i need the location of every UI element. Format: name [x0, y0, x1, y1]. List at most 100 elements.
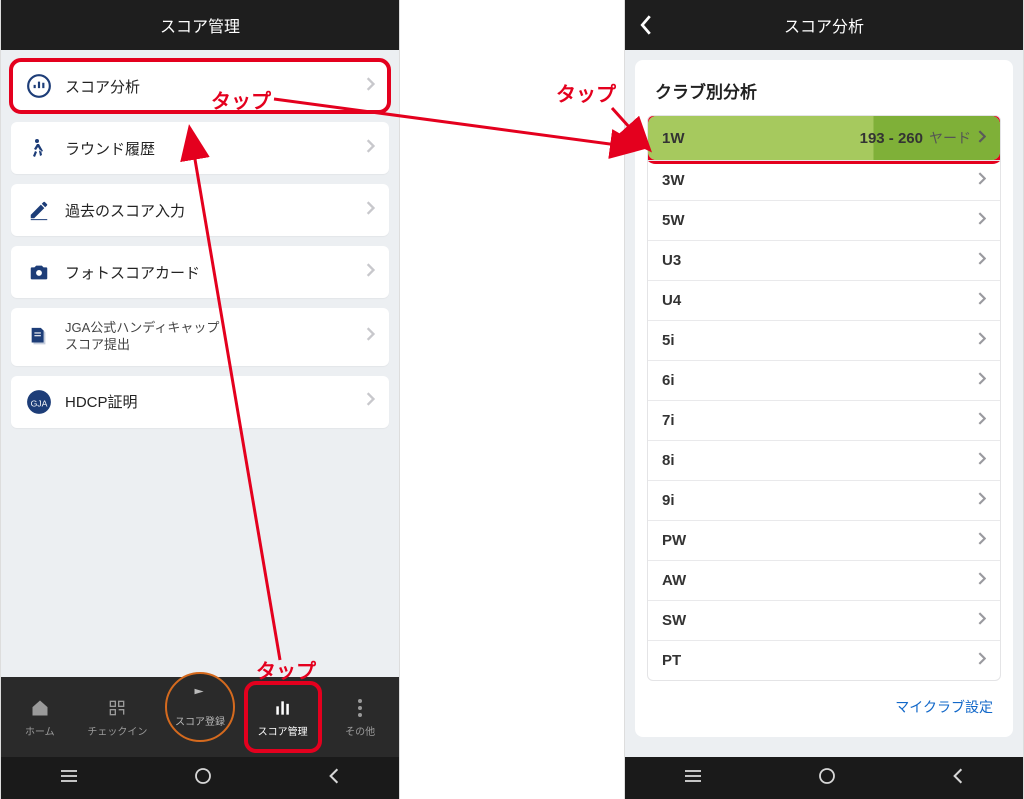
- chevron-right-icon: [365, 327, 375, 346]
- chevron-right-icon: [977, 652, 986, 669]
- camera-icon: [25, 258, 53, 286]
- home-button[interactable]: [194, 767, 212, 790]
- tab-label: その他: [345, 723, 375, 738]
- chart-icon: [25, 72, 53, 100]
- menu-label: フォトスコアカード: [65, 262, 353, 283]
- document-icon: [25, 323, 53, 351]
- club-name: 5i: [662, 332, 977, 349]
- menu-label: JGA公式ハンディキャップ スコア提出: [65, 320, 353, 354]
- tab-checkin[interactable]: チェックイン: [87, 697, 147, 738]
- club-name: 7i: [662, 412, 977, 429]
- chevron-right-icon: [977, 292, 986, 309]
- menu-label: ラウンド履歴: [65, 138, 353, 159]
- club-name: SW: [662, 612, 977, 629]
- club-row[interactable]: 5W: [648, 200, 1000, 240]
- link-row: マイクラブ設定: [635, 687, 1013, 733]
- club-row[interactable]: U3: [648, 240, 1000, 280]
- chevron-right-icon: [977, 172, 986, 189]
- club-range: 193 - 260: [860, 130, 923, 147]
- club-name: 9i: [662, 492, 977, 509]
- club-name: 5W: [662, 212, 977, 229]
- club-row[interactable]: PT: [648, 640, 1000, 680]
- menu-item-hdcp-cert[interactable]: GJA HDCP証明: [11, 376, 389, 428]
- badge-icon: GJA: [25, 388, 53, 416]
- menu-item-round-history[interactable]: ラウンド履歴: [11, 122, 389, 174]
- android-nav-bar: [1, 757, 399, 799]
- club-row[interactable]: AW: [648, 560, 1000, 600]
- menu-label: 過去のスコア入力: [65, 200, 353, 221]
- tab-label: スコア登録: [175, 713, 225, 728]
- menu-item-past-score-input[interactable]: 過去のスコア入力: [11, 184, 389, 236]
- qr-icon: [107, 697, 127, 719]
- page-title: スコア分析: [784, 13, 864, 37]
- flag-icon: [189, 686, 211, 711]
- club-name: U3: [662, 252, 977, 269]
- chevron-right-icon: [977, 532, 986, 549]
- club-row-1w[interactable]: 1W 193 - 260 ヤード: [648, 116, 1000, 160]
- annotation-tap-2: タップ: [256, 655, 316, 684]
- club-row[interactable]: 3W: [648, 160, 1000, 200]
- chevron-right-icon: [365, 392, 375, 411]
- tab-label: ホーム: [25, 723, 55, 738]
- highlight-box-tab: [244, 681, 322, 753]
- club-name: PW: [662, 532, 977, 549]
- club-row[interactable]: 5i: [648, 320, 1000, 360]
- android-nav-bar: [625, 757, 1023, 799]
- chevron-right-icon: [977, 452, 986, 469]
- home-button[interactable]: [818, 767, 836, 790]
- back-button[interactable]: [327, 767, 341, 790]
- club-row[interactable]: 6i: [648, 360, 1000, 400]
- back-button[interactable]: [639, 0, 653, 50]
- left-content: スコア分析 ラウンド履歴: [1, 50, 399, 677]
- chevron-right-icon: [977, 612, 986, 629]
- titlebar-left: スコア管理: [1, 0, 399, 50]
- menu-item-jga-handicap[interactable]: JGA公式ハンディキャップ スコア提出: [11, 308, 389, 366]
- tab-home[interactable]: ホーム: [10, 697, 70, 738]
- right-phone-screen: スコア分析 クラブ別分析 1W 193 - 260 ヤード 3W 5W: [624, 0, 1024, 799]
- chevron-right-icon: [365, 77, 375, 96]
- tab-label: チェックイン: [87, 723, 147, 738]
- recent-apps-button[interactable]: [683, 768, 703, 789]
- tab-score-register[interactable]: スコア登録: [165, 672, 235, 742]
- club-name: 6i: [662, 372, 977, 389]
- titlebar-right: スコア分析: [625, 0, 1023, 50]
- annotation-tap-3: タップ: [556, 78, 616, 107]
- chevron-right-icon: [977, 332, 986, 349]
- club-row[interactable]: 7i: [648, 400, 1000, 440]
- menu-label: HDCP証明: [65, 391, 353, 412]
- chevron-right-icon: [365, 139, 375, 158]
- club-name: AW: [662, 572, 977, 589]
- club-row[interactable]: SW: [648, 600, 1000, 640]
- menu-item-score-analysis[interactable]: スコア分析: [11, 60, 389, 112]
- club-name: U4: [662, 292, 977, 309]
- menu-label: スコア分析: [65, 76, 353, 97]
- menu-item-photo-scorecard[interactable]: フォトスコアカード: [11, 246, 389, 298]
- bottom-tab-bar: ホーム チェックイン スコア登録 スコア管理: [1, 677, 399, 757]
- dots-icon: [357, 697, 363, 719]
- my-club-settings-link[interactable]: マイクラブ設定: [895, 699, 993, 715]
- left-phone-screen: スコア管理 スコア分析: [0, 0, 400, 799]
- section-title: クラブ別分析: [635, 60, 1013, 115]
- menu-list: スコア分析 ラウンド履歴: [1, 50, 399, 448]
- tab-other[interactable]: その他: [330, 697, 390, 738]
- svg-text:GJA: GJA: [31, 398, 48, 408]
- club-row[interactable]: U4: [648, 280, 1000, 320]
- club-row[interactable]: PW: [648, 520, 1000, 560]
- chevron-right-icon: [365, 263, 375, 282]
- golfer-icon: [25, 134, 53, 162]
- back-button[interactable]: [951, 767, 965, 790]
- chevron-right-icon: [977, 412, 986, 429]
- chevron-right-icon: [977, 212, 986, 229]
- chevron-right-icon: [365, 201, 375, 220]
- recent-apps-button[interactable]: [59, 768, 79, 789]
- club-list: 1W 193 - 260 ヤード 3W 5W U3 U4 5i 6i 7i 8i: [647, 115, 1001, 681]
- club-name: 8i: [662, 452, 977, 469]
- club-row[interactable]: 8i: [648, 440, 1000, 480]
- club-name: 1W: [662, 130, 860, 147]
- chevron-right-icon: [977, 372, 986, 389]
- club-analysis-panel: クラブ別分析 1W 193 - 260 ヤード 3W 5W U3 U4 5i: [635, 60, 1013, 737]
- chevron-right-icon: [977, 252, 986, 269]
- club-name: 3W: [662, 172, 977, 189]
- pencil-icon: [25, 196, 53, 224]
- club-row[interactable]: 9i: [648, 480, 1000, 520]
